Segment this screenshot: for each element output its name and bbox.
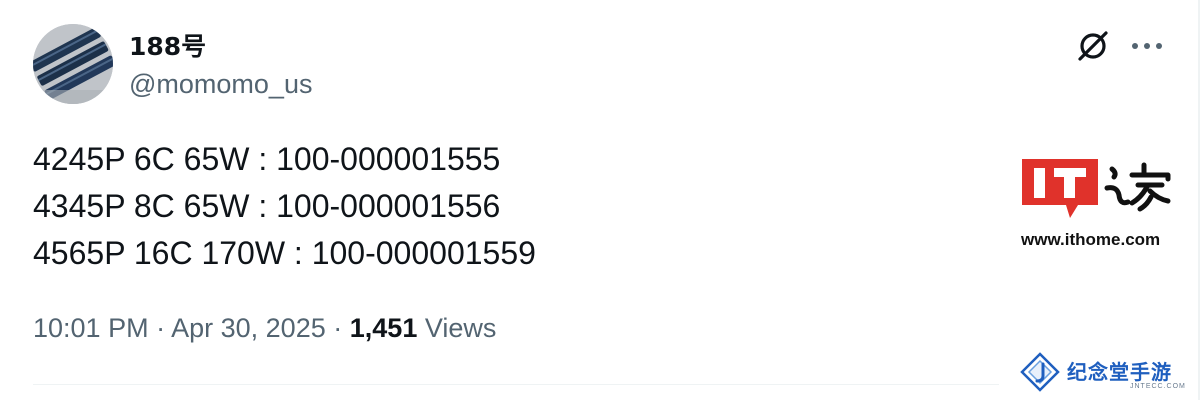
avatar[interactable] <box>33 24 113 104</box>
jntecc-logo-icon <box>1020 352 1060 392</box>
views-label: Views <box>424 313 497 343</box>
tweet-date: Apr 30, 2025 <box>171 313 326 343</box>
grok-icon[interactable] <box>1073 26 1113 66</box>
ithome-logo <box>1022 159 1171 218</box>
tweet-time-link[interactable]: 10:01 PM · Apr 30, 2025 <box>33 313 326 343</box>
tweet-line: 4345P 8C 65W : 100-000001556 <box>33 188 501 224</box>
tweet-time: 10:01 PM <box>33 313 149 343</box>
divider <box>33 384 999 385</box>
meta-separator: · <box>156 313 166 343</box>
display-name[interactable]: 188号 <box>129 27 206 63</box>
jntecc-domain: JNTECC.COM <box>1130 383 1186 390</box>
more-options-icon[interactable] <box>1127 26 1167 66</box>
ithome-url: www.ithome.com <box>1021 230 1161 249</box>
tweet-text: 4245P 6C 65W : 100-000001555 4345P 8C 65… <box>33 136 536 277</box>
tweet-line: 4565P 16C 170W : 100-000001559 <box>33 235 536 271</box>
jntecc-watermark: 纪念堂手游 <box>1067 360 1172 384</box>
views-count: 1,451 <box>349 313 418 343</box>
tweet-line: 4245P 6C 65W : 100-000001555 <box>33 141 501 177</box>
meta-separator: · <box>333 313 343 343</box>
handle[interactable]: @momomo_us <box>129 69 312 100</box>
tweet-metadata: 10:01 PM · Apr 30, 2025 · 1,451 Views <box>33 313 496 344</box>
avatar-image <box>33 24 113 104</box>
